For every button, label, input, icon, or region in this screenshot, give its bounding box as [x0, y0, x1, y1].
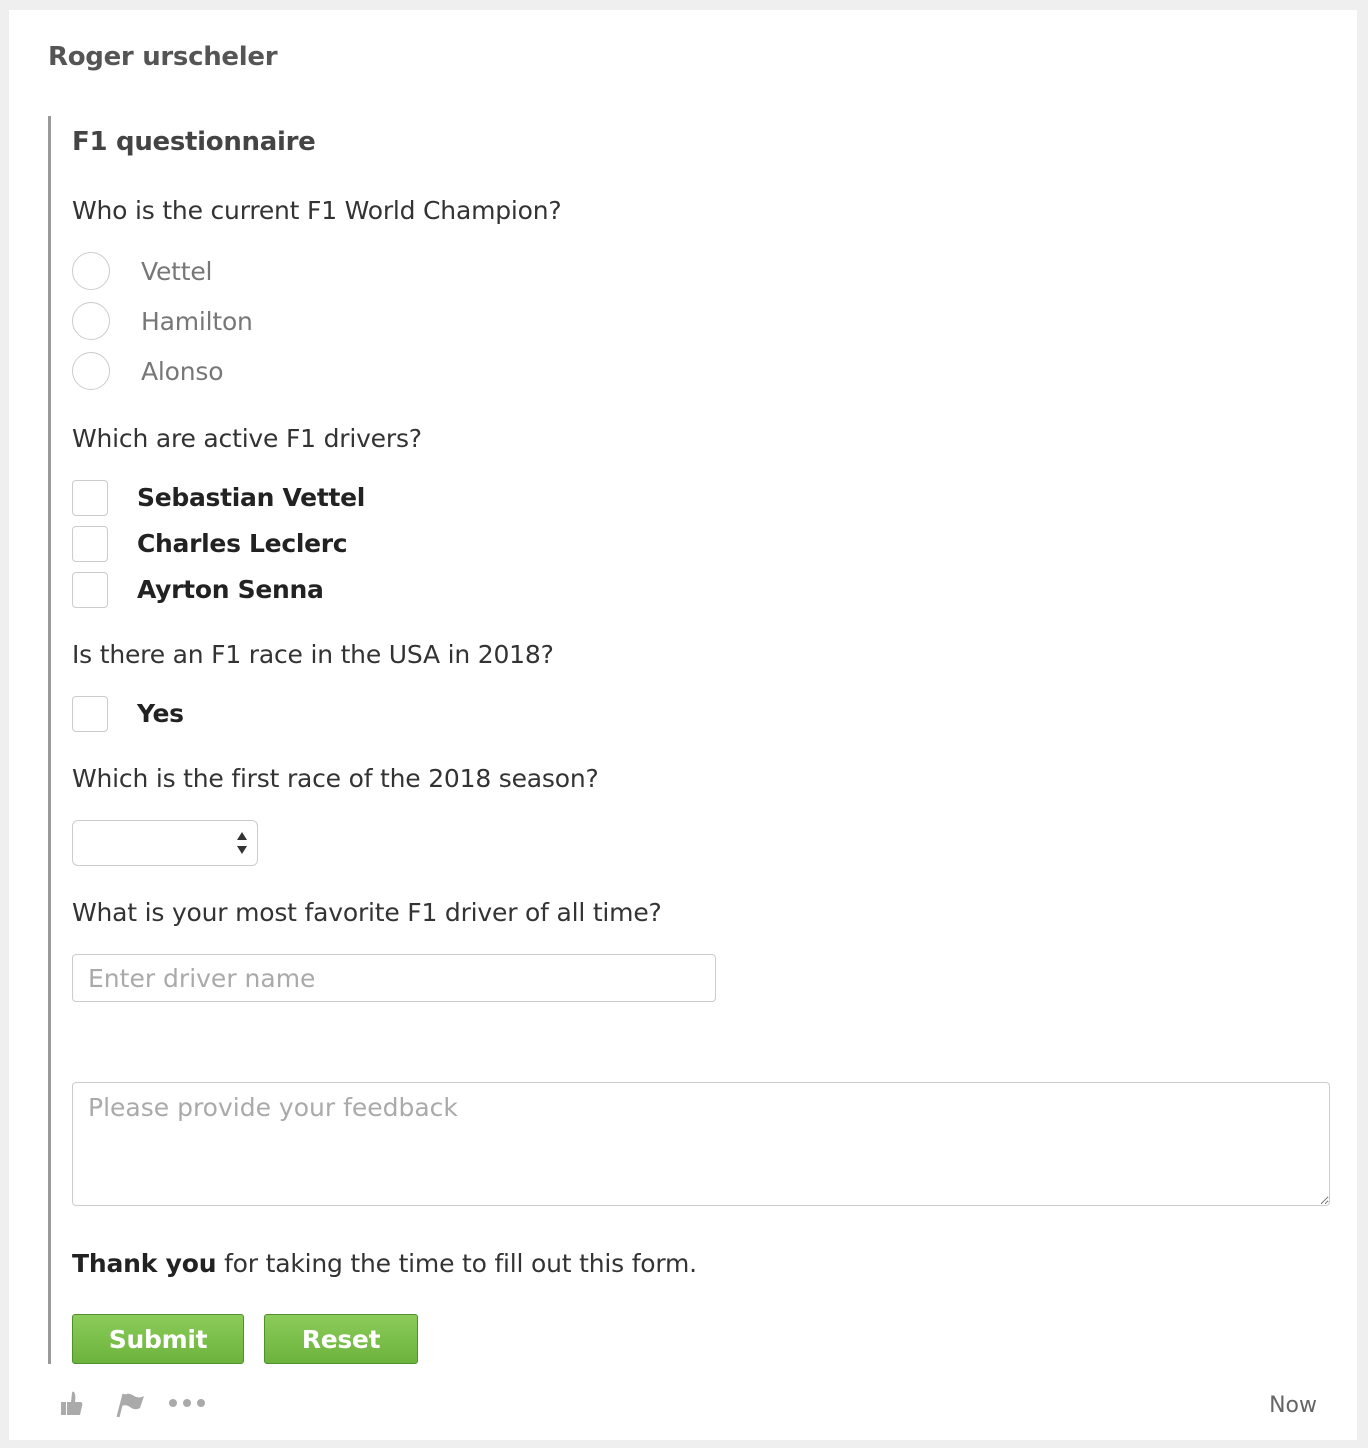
- submit-button[interactable]: Submit: [72, 1314, 244, 1364]
- radio-option-vettel[interactable]: Vettel: [72, 252, 472, 292]
- more-icon[interactable]: [167, 1397, 207, 1409]
- thank-you-rest: for taking the time to fill out this for…: [216, 1249, 697, 1278]
- radio-label[interactable]: Hamilton: [141, 307, 253, 336]
- thumbs-up-icon[interactable]: [59, 1390, 85, 1418]
- radio-button[interactable]: [72, 352, 110, 390]
- radio-option-hamilton[interactable]: Hamilton: [72, 302, 472, 342]
- post-card: Roger urscheler F1 questionnaire Who is …: [9, 10, 1357, 1440]
- checkbox-label[interactable]: Ayrton Senna: [137, 575, 324, 604]
- flag-icon[interactable]: [115, 1390, 147, 1418]
- checkbox-option-sebastian-vettel[interactable]: Sebastian Vettel: [72, 480, 472, 520]
- checkbox[interactable]: [72, 572, 108, 608]
- checkbox-option-charles-leclerc[interactable]: Charles Leclerc: [72, 526, 472, 566]
- post-timestamp: Now: [1269, 1393, 1317, 1418]
- radio-option-alonso[interactable]: Alonso: [72, 352, 472, 392]
- post-author[interactable]: Roger urscheler: [48, 42, 278, 72]
- checkbox-option-yes[interactable]: Yes: [72, 696, 472, 736]
- thank-you-message: Thank you for taking the time to fill ou…: [72, 1249, 697, 1278]
- feedback-textarea[interactable]: [72, 1082, 1330, 1206]
- checkbox-label[interactable]: Charles Leclerc: [137, 529, 348, 558]
- checkbox-label[interactable]: Sebastian Vettel: [137, 483, 365, 512]
- question-2: Which are active F1 drivers?: [72, 424, 422, 453]
- checkbox[interactable]: [72, 526, 108, 562]
- radio-label[interactable]: Alonso: [141, 357, 224, 386]
- question-5: What is your most favorite F1 driver of …: [72, 898, 662, 927]
- select-arrows-icon: [237, 832, 247, 854]
- radio-button[interactable]: [72, 252, 110, 290]
- checkbox-option-ayrton-senna[interactable]: Ayrton Senna: [72, 572, 472, 612]
- reset-button[interactable]: Reset: [264, 1314, 418, 1364]
- questionnaire-form: F1 questionnaire Who is the current F1 W…: [48, 116, 1341, 1364]
- form-title: F1 questionnaire: [72, 127, 316, 157]
- checkbox[interactable]: [72, 480, 108, 516]
- checkbox-label[interactable]: Yes: [137, 699, 184, 728]
- checkbox[interactable]: [72, 696, 108, 732]
- question-4: Which is the first race of the 2018 seas…: [72, 764, 599, 793]
- question-1: Who is the current F1 World Champion?: [72, 196, 562, 225]
- driver-name-input[interactable]: [72, 954, 716, 1002]
- question-3: Is there an F1 race in the USA in 2018?: [72, 640, 554, 669]
- first-race-select[interactable]: [72, 820, 258, 866]
- thank-you-bold: Thank you: [72, 1249, 217, 1278]
- radio-label[interactable]: Vettel: [141, 257, 212, 286]
- radio-button[interactable]: [72, 302, 110, 340]
